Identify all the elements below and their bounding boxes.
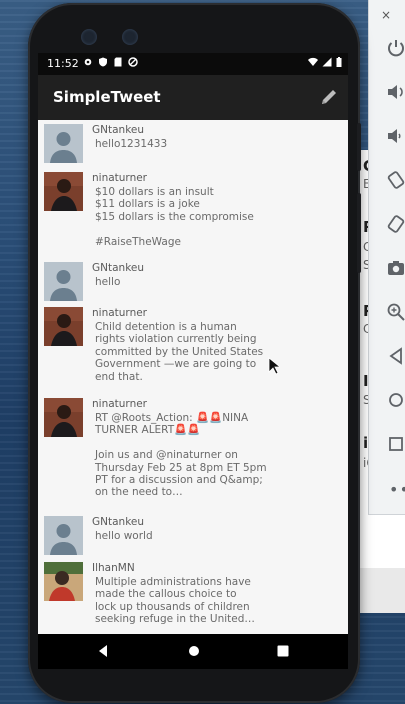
app-bar: SimpleTweet: [38, 75, 348, 120]
tweet-text: Multiple administrations have made the c…: [95, 576, 255, 626]
phone-side-button: [357, 123, 361, 171]
tweet-handle: ninaturner: [92, 172, 147, 184]
back-icon[interactable]: [386, 346, 405, 368]
rotate-right-icon[interactable]: [386, 214, 405, 236]
background-window-footer: [356, 568, 405, 613]
home-icon[interactable]: [386, 390, 405, 412]
power-icon[interactable]: [386, 38, 405, 60]
tweet-handle: GNtankeu: [92, 124, 145, 136]
default-avatar-icon: [44, 124, 83, 163]
phone-side-button: [357, 193, 361, 273]
shield-icon: [99, 57, 107, 67]
tweet-text: Child detention is a human rights violat…: [95, 321, 264, 383]
android-nav-bar: [38, 634, 348, 669]
tweet-text: hello1231433: [95, 138, 168, 150]
tweet-text: hello: [95, 276, 121, 288]
status-bar: 11:52: [38, 53, 348, 75]
back-icon[interactable]: [96, 644, 110, 658]
user-photo-avatar: [44, 562, 83, 601]
phone-screen: 11:52 SimpleTweet GNtankeu hello1231433 …: [38, 53, 348, 669]
volume-down-icon[interactable]: [386, 126, 405, 148]
default-avatar-icon: [44, 262, 83, 301]
overview-icon[interactable]: [386, 434, 405, 456]
rotate-left-icon[interactable]: [386, 170, 405, 192]
tweet-text: RT @Roots_Action: 🚨🚨NINA TURNER ALERT🚨🚨 …: [95, 412, 267, 499]
settings-icon: [84, 58, 92, 66]
status-time: 11:52: [47, 57, 79, 70]
volume-up-icon[interactable]: [386, 82, 405, 104]
tweet-handle: GNtankeu: [92, 516, 145, 528]
no-sync-icon: [128, 57, 138, 67]
tweet-text: hello world: [95, 530, 153, 542]
signal-icon: [322, 57, 332, 67]
tweet-handle: ninaturner: [92, 398, 147, 410]
home-icon[interactable]: [187, 644, 201, 658]
tweet-text: $10 dollars is an insult $11 dollars is …: [95, 186, 254, 248]
default-avatar-icon: [44, 516, 83, 555]
camera-icon[interactable]: [386, 258, 405, 280]
front-camera-icon: [81, 29, 97, 45]
user-photo-avatar: [44, 172, 83, 211]
close-icon[interactable]: ×: [381, 8, 391, 22]
mouse-cursor-icon: [268, 357, 280, 375]
overview-icon[interactable]: [276, 644, 290, 658]
wifi-icon: [308, 57, 318, 66]
zoom-icon[interactable]: [386, 302, 405, 324]
user-photo-avatar: [44, 398, 83, 437]
battery-icon: [336, 57, 342, 67]
user-photo-avatar: [44, 307, 83, 346]
pencil-icon[interactable]: [318, 86, 340, 108]
app-title: SimpleTweet: [53, 88, 161, 106]
emulator-toolbar: × •••: [368, 0, 405, 515]
tweet-handle: IlhanMN: [92, 562, 135, 574]
sd-card-icon: [114, 57, 122, 67]
tweet-handle: ninaturner: [92, 307, 147, 319]
more-icon[interactable]: •••: [389, 480, 405, 499]
tweet-handle: GNtankeu: [92, 262, 145, 274]
front-sensor-icon: [122, 29, 138, 45]
tweet-timeline[interactable]: GNtankeu hello1231433 ninaturner $10 dol…: [38, 120, 348, 634]
